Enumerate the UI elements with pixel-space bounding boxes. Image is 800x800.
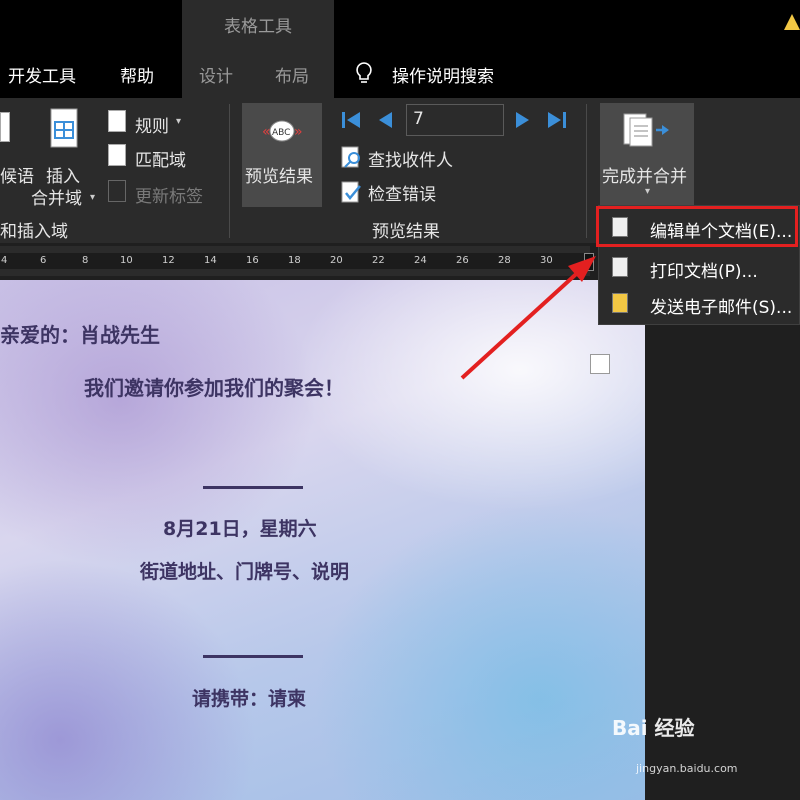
email-icon — [612, 293, 628, 313]
check-errors-button[interactable]: 检查错误 — [368, 180, 436, 205]
ruler-number: 8 — [82, 255, 89, 266]
table-tools-label: 表格工具 — [224, 17, 292, 37]
greeting-line-text: 亲爱的：肖战先生 — [0, 323, 160, 347]
tab-layout[interactable]: 布局 — [275, 62, 309, 87]
last-record-icon[interactable] — [546, 110, 568, 130]
find-recipient-icon — [340, 145, 364, 169]
tab-design[interactable]: 设计 — [199, 62, 233, 87]
previous-record-icon[interactable] — [376, 110, 394, 130]
chevron-down-icon: ▾ — [90, 192, 96, 203]
check-errors-icon — [340, 180, 364, 204]
next-record-icon[interactable] — [514, 110, 532, 130]
tab-help[interactable]: 帮助 — [120, 62, 154, 87]
divider-line — [203, 655, 303, 658]
record-number-value: 7 — [413, 109, 424, 129]
lightbulb-icon — [355, 62, 373, 84]
update-labels-button: 更新标签 — [135, 187, 203, 207]
finish-merge-icon — [622, 112, 670, 148]
preview-results-label: 预览结果 — [245, 167, 313, 187]
divider-line — [203, 486, 303, 489]
rules-icon — [108, 110, 126, 132]
ruler-number: 18 — [288, 255, 301, 266]
group-separator — [586, 104, 587, 238]
ruler-number: 14 — [204, 255, 217, 266]
date-text: 8月21日，星期六 — [163, 518, 317, 540]
ruler-number: 20 — [330, 255, 343, 266]
insert-merge-field-label-2[interactable]: 合并域 — [31, 184, 82, 209]
greeting-line-icon — [0, 112, 10, 142]
ruler-number: 16 — [246, 255, 259, 266]
first-record-icon[interactable] — [340, 110, 362, 130]
baidu-watermark-url: jingyan.baidu.com — [636, 762, 738, 775]
chevron-down-icon: ▾ — [176, 116, 182, 127]
address-text: 街道地址、门牌号、说明 — [140, 561, 350, 583]
group-separator — [229, 104, 230, 238]
chevron-down-icon: ▾ — [645, 186, 651, 197]
invitation-text: 我们邀请你参加我们的聚会！ — [84, 376, 344, 400]
tab-developer[interactable]: 开发工具 — [8, 62, 76, 87]
svg-text:ABC: ABC — [272, 128, 290, 138]
greeting-line-button[interactable]: 候语 — [0, 162, 34, 187]
rules-button[interactable]: 规则 — [135, 112, 169, 137]
finish-merge-label: 完成并合并 — [602, 167, 687, 187]
tell-me-search[interactable]: 操作说明搜索 — [392, 62, 494, 87]
ruler-number: 10 — [120, 255, 133, 266]
svg-text:»: » — [294, 124, 303, 140]
title-bar — [0, 0, 800, 50]
group-label-preview-results: 预览结果 — [372, 222, 440, 242]
find-recipient-button[interactable]: 查找收件人 — [368, 146, 453, 171]
warning-icon[interactable] — [784, 14, 800, 30]
record-number-input[interactable]: 7 — [406, 104, 504, 136]
ruler-number: 22 — [372, 255, 385, 266]
printer-icon — [612, 257, 628, 277]
highlight-box — [596, 206, 798, 247]
ruler-number: 24 — [414, 255, 427, 266]
ruler-number: 12 — [162, 255, 175, 266]
bring-text: 请携带：请柬 — [192, 688, 307, 710]
ruler-number: 4 — [1, 255, 8, 266]
menu-item-print-documents[interactable]: 打印文档(P)... — [600, 249, 800, 285]
ruler-number: 6 — [40, 255, 47, 266]
match-fields-button[interactable]: 匹配域 — [135, 146, 186, 171]
menu-item-send-email[interactable]: 发送电子邮件(S)... — [600, 285, 800, 321]
insert-merge-field-icon — [50, 108, 78, 148]
baidu-watermark: Bai 经验 — [612, 716, 695, 740]
preview-abc-icon: «ABC » — [258, 114, 306, 148]
word-window: 表格工具 开发工具 帮助 设计 布局 操作说明搜索 候语 插入 合并域 ▾ 规则… — [0, 0, 800, 800]
match-fields-icon — [108, 144, 126, 166]
update-labels-icon — [108, 180, 126, 202]
group-label-write-insert: 和插入域 — [0, 222, 68, 242]
svg-text:«: « — [262, 124, 271, 140]
annotation-arrow — [460, 256, 596, 380]
